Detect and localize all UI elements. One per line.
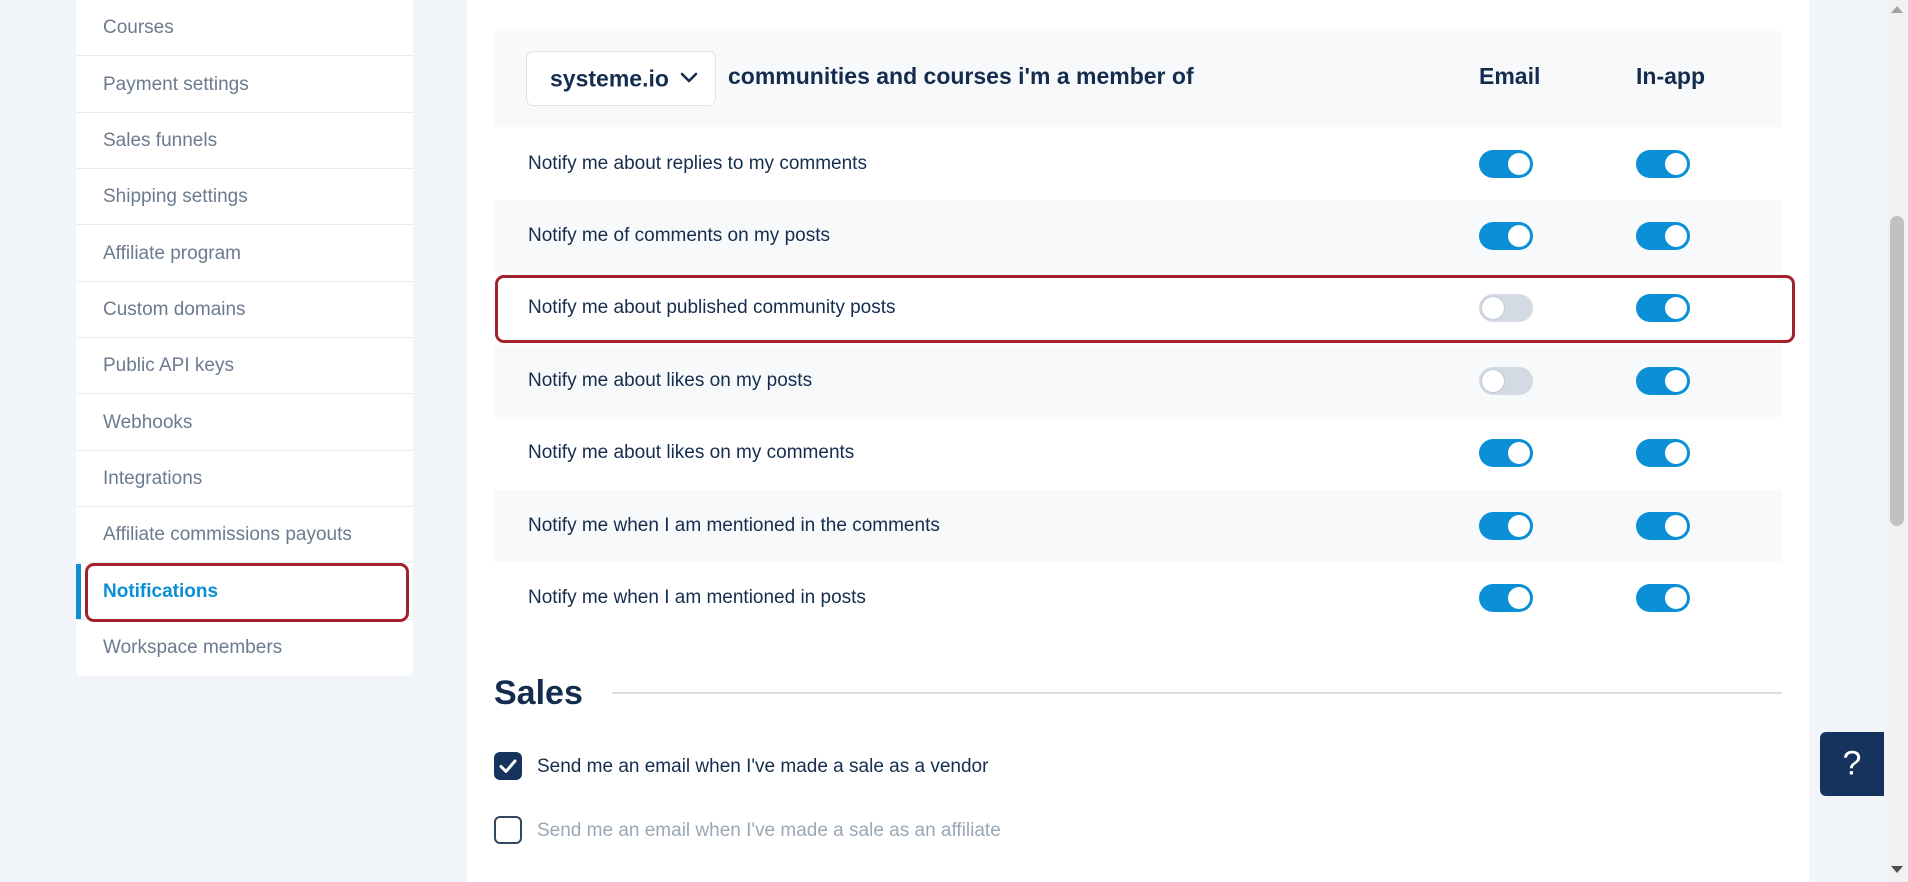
sidebar-item-integrations[interactable]: Integrations	[76, 451, 413, 507]
notification-row: Notify me when I am mentioned in posts	[494, 562, 1782, 634]
email-toggle[interactable]	[1479, 512, 1533, 540]
sidebar-item-label: Courses	[103, 16, 174, 38]
sidebar-item-label: Integrations	[103, 467, 203, 489]
toggle-knob	[1665, 370, 1687, 392]
notification-row: Notify me when I am mentioned in the com…	[494, 490, 1782, 562]
community-heading: communities and courses i'm a member of	[728, 63, 1194, 89]
sidebar-item-webhooks[interactable]: Webhooks	[76, 395, 413, 451]
affiliate-sale-checkbox[interactable]	[494, 816, 522, 844]
sidebar-item-label: Public API keys	[103, 354, 234, 376]
sidebar-item-label: Workspace members	[103, 637, 283, 658]
help-icon: ?	[1842, 744, 1862, 783]
section-divider	[612, 692, 1782, 694]
notification-row-label: Notify me about replies to my comments	[528, 153, 867, 174]
notification-row-label: Notify me when I am mentioned in the com…	[528, 515, 940, 536]
notification-row-label: Notify me about likes on my posts	[528, 370, 813, 391]
inapp-toggle[interactable]	[1636, 512, 1690, 540]
scroll-up-arrow-icon[interactable]	[1891, 6, 1903, 13]
toggle-knob	[1508, 587, 1530, 609]
sidebar-item-affiliate-program[interactable]: Affiliate program	[76, 226, 413, 282]
email-toggle[interactable]	[1479, 294, 1533, 322]
notification-row-label: Notify me about likes on my comments	[528, 442, 855, 463]
toggle-knob	[1665, 153, 1687, 175]
inapp-toggle[interactable]	[1636, 222, 1690, 250]
chevron-down-icon	[680, 72, 698, 83]
toggle-knob	[1665, 442, 1687, 464]
notification-row: Notify me about likes on my comments	[494, 417, 1782, 489]
email-column-header: Email	[1479, 63, 1541, 89]
toggle-knob	[1508, 442, 1530, 464]
toggle-knob	[1482, 297, 1504, 319]
inapp-toggle[interactable]	[1636, 150, 1690, 178]
toggle-knob	[1665, 515, 1687, 537]
email-toggle[interactable]	[1479, 439, 1533, 467]
notification-row-label: Notify me about published community post…	[528, 297, 896, 318]
inapp-toggle[interactable]	[1636, 294, 1690, 322]
email-toggle[interactable]	[1479, 150, 1533, 178]
inapp-toggle[interactable]	[1636, 439, 1690, 467]
sidebar-item-notifications[interactable]: Notifications	[76, 564, 413, 620]
notification-row-label: Notify me when I am mentioned in posts	[528, 587, 866, 608]
sidebar-item-public-api-keys[interactable]: Public API keys	[76, 338, 413, 394]
notification-row: Notify me of comments on my posts	[494, 200, 1782, 272]
email-toggle[interactable]	[1479, 367, 1533, 395]
toggle-knob	[1665, 297, 1687, 319]
sidebar-item-label: Shipping settings	[103, 185, 248, 207]
active-indicator	[76, 564, 81, 619]
sidebar-item-label: Affiliate program	[103, 242, 241, 264]
affiliate-sale-label: Send me an email when I've made a sale a…	[537, 820, 1001, 841]
checkmark-icon	[499, 759, 517, 773]
sidebar-item-custom-domains[interactable]: Custom domains	[76, 282, 413, 338]
sidebar-item-label: Custom domains	[103, 298, 246, 320]
notification-row: Notify me about likes on my posts	[494, 345, 1782, 417]
inapp-column-header: In-app	[1636, 63, 1705, 89]
toggle-knob	[1508, 153, 1530, 175]
scroll-down-arrow-icon[interactable]	[1891, 866, 1903, 873]
settings-sidebar: Courses Payment settings Sales funnels S…	[76, 0, 413, 676]
sidebar-item-label: Affiliate commissions payouts	[103, 523, 352, 545]
scrollbar-thumb[interactable]	[1890, 216, 1904, 526]
toggle-knob	[1665, 225, 1687, 247]
inapp-toggle[interactable]	[1636, 584, 1690, 612]
sidebar-item-label: Webhooks	[103, 411, 193, 433]
workspace-select[interactable]: systeme.io	[526, 51, 716, 106]
sales-section-title: Sales	[494, 674, 583, 712]
toggle-knob	[1508, 515, 1530, 537]
sidebar-item-label: Notifications	[103, 580, 219, 602]
help-button[interactable]: ?	[1820, 732, 1884, 796]
inapp-toggle[interactable]	[1636, 367, 1690, 395]
toggle-knob	[1482, 370, 1504, 392]
sidebar-item-label: Sales funnels	[103, 129, 218, 151]
email-toggle[interactable]	[1479, 584, 1533, 612]
email-toggle[interactable]	[1479, 222, 1533, 250]
notification-row: Notify me about replies to my comments	[494, 128, 1782, 200]
sidebar-item-sales-funnels[interactable]: Sales funnels	[76, 113, 413, 169]
toggle-knob	[1665, 587, 1687, 609]
sidebar-item-affiliate-commissions-payouts[interactable]: Affiliate commissions payouts	[76, 507, 413, 563]
sidebar-item-workspace-members[interactable]: Workspace members	[76, 620, 413, 676]
sidebar-item-shipping-settings[interactable]: Shipping settings	[76, 169, 413, 225]
notification-row: Notify me about published community post…	[494, 272, 1782, 344]
workspace-select-value: systeme.io	[550, 65, 669, 91]
toggle-knob	[1508, 225, 1530, 247]
sidebar-item-label: Payment settings	[103, 73, 249, 95]
notification-row-label: Notify me of comments on my posts	[528, 225, 830, 246]
sidebar-item-courses[interactable]: Courses	[76, 0, 413, 56]
sidebar-item-payment-settings[interactable]: Payment settings	[76, 57, 413, 113]
vendor-sale-label: Send me an email when I've made a sale a…	[537, 756, 989, 777]
vendor-sale-checkbox[interactable]	[494, 752, 522, 780]
